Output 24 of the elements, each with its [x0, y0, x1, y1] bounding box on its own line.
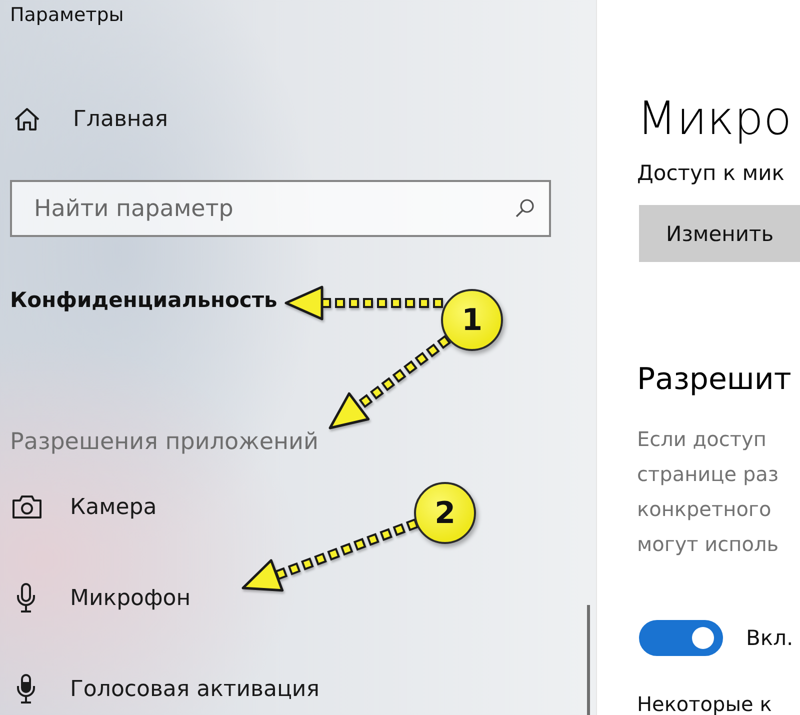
section-heading: Конфиденциальность: [10, 287, 278, 314]
window-title: Параметры: [10, 3, 124, 28]
nav-item[interactable]: Камера: [10, 487, 157, 527]
page-title: Микро: [637, 90, 792, 146]
camera-icon: [12, 495, 42, 519]
scrollbar-thumb[interactable]: [587, 605, 590, 715]
step-marker: 1: [441, 289, 503, 351]
nav-item[interactable]: Голосовая активация: [10, 669, 320, 709]
group-heading: Разрешения приложений: [10, 428, 318, 457]
search-icon: [515, 198, 535, 218]
microphone-icon: [16, 583, 36, 613]
home-icon: [14, 107, 40, 131]
section-heading: Разрешит: [637, 361, 792, 399]
toggle-label: Вкл.: [746, 626, 794, 650]
description-text: Если доступ странице раз конкретного могут исполь: [637, 426, 779, 558]
page-subtitle: Доступ к мик: [637, 160, 784, 187]
toggle-switch[interactable]: [639, 620, 723, 656]
microphone-icon: [16, 674, 36, 704]
body-text: Некоторые к: [637, 693, 772, 715]
change-button[interactable]: Изменить: [639, 205, 800, 262]
step-marker: 2: [414, 482, 476, 544]
nav-item[interactable]: Микрофон: [10, 578, 191, 618]
search-field[interactable]: Найти параметр: [10, 180, 551, 237]
home-nav-item[interactable]: Главная: [10, 99, 168, 139]
